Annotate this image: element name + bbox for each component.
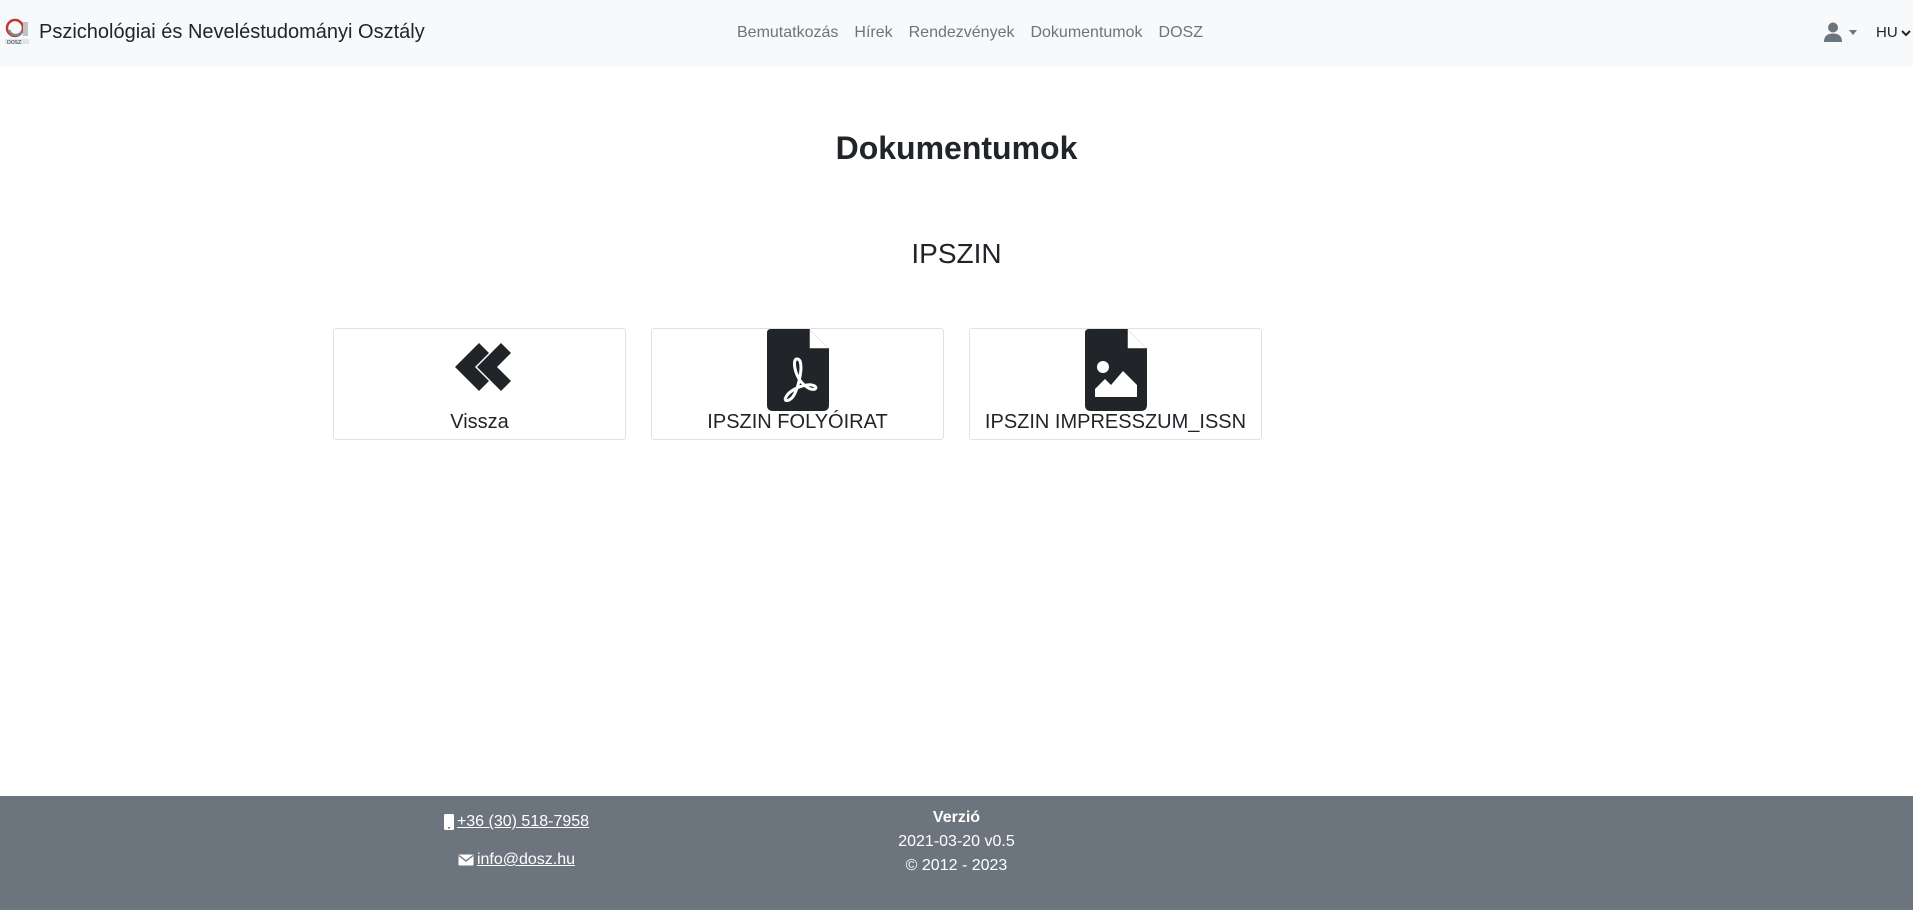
ipszin-folyoirat-label: IPSZIN FOLYÓIRAT — [707, 411, 888, 433]
angles-left-icon — [334, 341, 625, 393]
svg-text:DOSZ: DOSZ — [7, 40, 22, 46]
file-image-icon — [970, 329, 1261, 411]
nav-item-bemutatkozas[interactable]: Bemutatkozás — [737, 23, 838, 43]
back-card-label: Vissza — [450, 411, 509, 433]
language-label: HU — [1876, 24, 1898, 41]
version-title: Verzió — [932, 809, 981, 826]
version-text: 2021-03-20 v0.5 — [898, 833, 1015, 850]
ipszin-impresszum-card[interactable]: IPSZIN IMPRESSZUM_ISSN — [969, 328, 1262, 440]
brand-link[interactable]: DOSZ Pszichológiai és Neveléstudományi O… — [4, 18, 425, 46]
nav-item-dosz[interactable]: DOSZ — [1159, 23, 1203, 43]
navbar: DOSZ Pszichológiai és Neveléstudományi O… — [0, 0, 1913, 66]
ipszin-impresszum-label: IPSZIN IMPRESSZUM_ISSN — [984, 411, 1247, 433]
page-title: Dokumentumok — [835, 130, 1078, 166]
user-icon — [1824, 22, 1842, 42]
nav-item-rendezvenyek[interactable]: Rendezvények — [909, 23, 1015, 43]
nav-item-dokumentumok[interactable]: Dokumentumok — [1030, 23, 1142, 43]
chevron-down-icon — [1900, 29, 1911, 36]
ipszin-folyoirat-card[interactable]: IPSZIN FOLYÓIRAT — [651, 328, 944, 440]
file-pdf-icon — [652, 329, 943, 411]
footer-version-block: Verzió 2021-03-20 v0.5 © 2012 - 2023 — [0, 806, 1913, 878]
dosz-logo-icon: DOSZ — [5, 18, 29, 46]
footer: +36 (30) 518-7958 info@dosz.hu Verzió 20… — [0, 796, 1913, 910]
brand-title: Pszichológiai és Neveléstudományi Osztál… — [39, 21, 425, 43]
caret-down-icon — [1849, 29, 1857, 35]
nav-item-hirek[interactable]: Hírek — [854, 23, 892, 43]
main-nav: Bemutatkozás Hírek Rendezvények Dokument… — [737, 23, 1203, 43]
language-selector[interactable]: HU — [1876, 24, 1911, 41]
section-title: IPSZIN — [911, 238, 1002, 269]
back-card[interactable]: Vissza — [333, 328, 626, 440]
copyright-text: © 2012 - 2023 — [905, 857, 1008, 874]
user-menu-toggle[interactable] — [1824, 22, 1857, 42]
